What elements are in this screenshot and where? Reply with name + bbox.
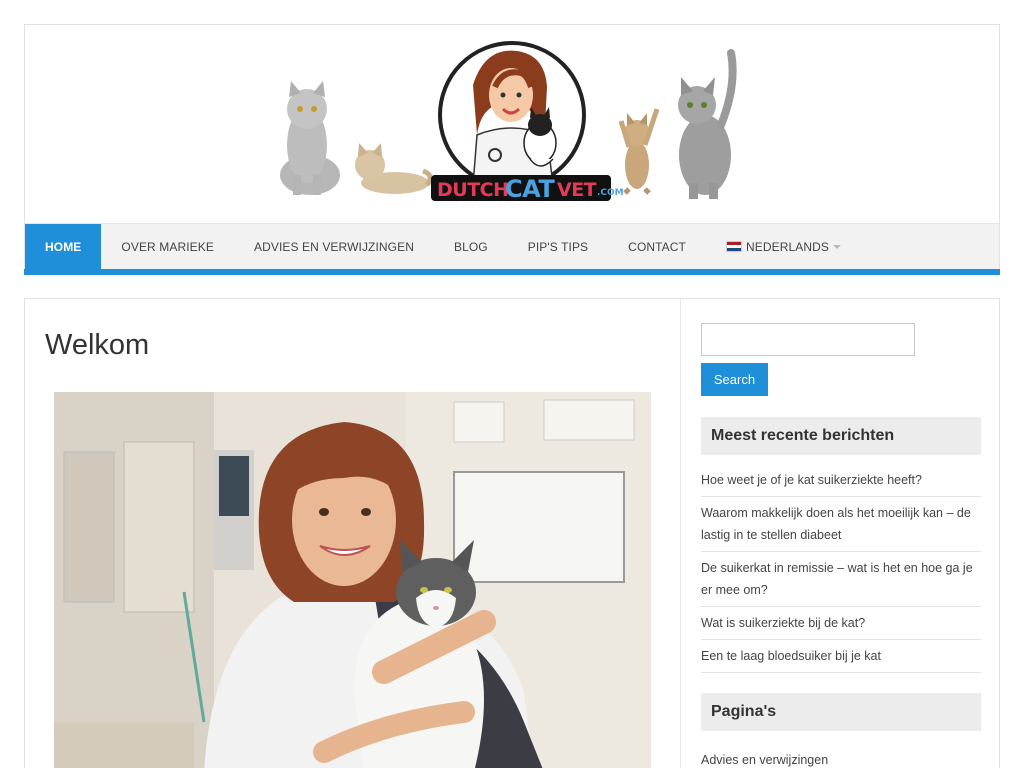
- search-input[interactable]: [701, 323, 915, 356]
- recent-post-link[interactable]: Waarom makkelijk doen als het moeilijk k…: [701, 497, 981, 552]
- svg-text:VET: VET: [557, 179, 597, 201]
- site-header: DUTCH CAT VET .COM HOME OVER MARIEKE ADV…: [24, 24, 1000, 275]
- page-title: Welkom: [45, 329, 150, 361]
- nav-item-label: HOME: [45, 239, 82, 254]
- pages-title: Pagina's: [701, 693, 981, 731]
- kitten-lying-icon: [355, 143, 433, 194]
- main-navigation: HOME OVER MARIEKE ADVIES EN VERWIJZINGEN…: [25, 223, 999, 269]
- recent-posts-title: Meest recente berichten: [701, 417, 981, 455]
- sidebar: Search Meest recente berichten Hoe weet …: [701, 323, 981, 768]
- recent-post-link[interactable]: Hoe weet je of je kat suikerziekte heeft…: [701, 465, 981, 497]
- nav-item-contact[interactable]: CONTACT: [608, 224, 706, 269]
- search-button[interactable]: Search: [701, 363, 768, 396]
- nav-list: HOME OVER MARIEKE ADVIES EN VERWIJZINGEN…: [25, 224, 999, 269]
- header-banner[interactable]: DUTCH CAT VET .COM: [25, 25, 999, 223]
- recent-post-link[interactable]: Een te laag bloedsuiker bij je kat: [701, 640, 981, 673]
- chevron-down-icon: [833, 244, 842, 249]
- page-link[interactable]: Advies en verwijzingen: [701, 749, 981, 768]
- nav-item-over-marieke[interactable]: OVER MARIEKE: [101, 224, 234, 269]
- nav-item-language[interactable]: NEDERLANDS: [706, 224, 861, 269]
- nav-item-blog[interactable]: BLOG: [434, 224, 508, 269]
- netherlands-flag-icon: [725, 241, 742, 252]
- svg-text:DUTCH: DUTCH: [437, 179, 509, 201]
- hero-photo: [54, 392, 651, 768]
- cat-sitting-icon: [280, 81, 340, 195]
- recent-posts-list: Hoe weet je of je kat suikerziekte heeft…: [701, 465, 981, 673]
- cat-standing-icon: [678, 49, 737, 199]
- logo-wordmark: DUTCH CAT VET .COM: [431, 175, 624, 203]
- svg-text:.COM: .COM: [597, 188, 624, 198]
- vet-with-cat-photo: [54, 392, 651, 768]
- nav-accent-bar: [24, 269, 1000, 275]
- nav-item-advies[interactable]: ADVIES EN VERWIJZINGEN: [234, 224, 434, 269]
- nav-item-label: PIP'S TIPS: [527, 239, 589, 254]
- main-column: Welkom: [25, 299, 681, 768]
- content-area: Welkom Search Meest recente berichten Ho…: [24, 298, 1000, 768]
- nav-item-label: NEDERLANDS: [745, 239, 830, 254]
- kitten-playing-icon: [618, 108, 660, 195]
- recent-post-link[interactable]: Wat is suikerziekte bij de kat?: [701, 607, 981, 640]
- pages-list: Advies en verwijzingen: [701, 749, 981, 768]
- header-banner-illustration: DUTCH CAT VET .COM: [280, 41, 737, 203]
- nav-item-label: ADVIES EN VERWIJZINGEN: [253, 239, 414, 254]
- nav-item-label: BLOG: [453, 239, 488, 254]
- logo-badge: [438, 41, 586, 189]
- recent-post-link[interactable]: De suikerkat in remissie – wat is het en…: [701, 552, 981, 607]
- nav-item-label: CONTACT: [628, 239, 686, 254]
- nav-item-label: OVER MARIEKE: [121, 239, 214, 254]
- nav-item-home[interactable]: HOME: [25, 224, 102, 269]
- svg-text:CAT: CAT: [505, 175, 555, 203]
- nav-item-pips-tips[interactable]: PIP'S TIPS: [508, 224, 608, 269]
